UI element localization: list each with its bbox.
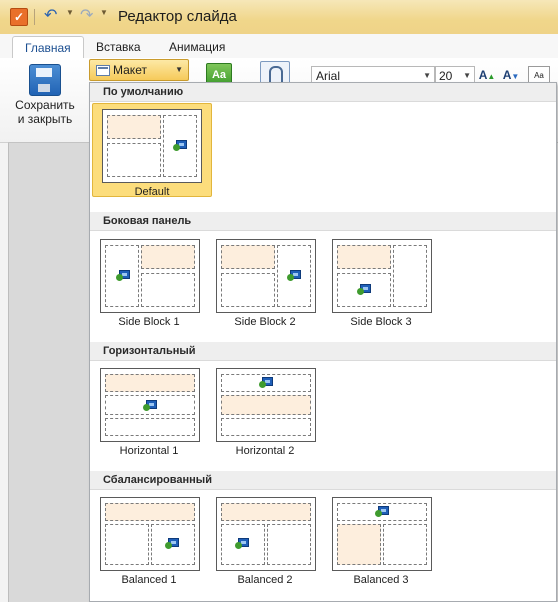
layout-balanced-2[interactable]: Balanced 2 xyxy=(206,491,324,586)
slide-editor-area xyxy=(8,143,91,602)
picture-placeholder-icon xyxy=(165,538,179,549)
layout-caption: Side Block 2 xyxy=(234,316,296,328)
layout-balanced-3[interactable]: Balanced 3 xyxy=(322,491,440,586)
layout-thumbnail xyxy=(216,368,316,442)
redo-icon[interactable]: ↷ xyxy=(80,6,93,26)
layout-button-label: Макет xyxy=(113,63,147,77)
app-logo-icon: ✓ xyxy=(10,8,28,26)
picture-placeholder-icon xyxy=(116,270,130,281)
layout-thumbnail xyxy=(332,239,432,313)
layout-caption: Default xyxy=(134,186,170,198)
layout-thumbnail xyxy=(100,239,200,313)
picture-placeholder-icon xyxy=(235,538,249,549)
layout-thumbnail xyxy=(332,497,432,571)
layout-side-block-3[interactable]: Side Block 3 xyxy=(322,233,440,328)
layout-thumbnail xyxy=(216,497,316,571)
customize-quick-access-icon[interactable]: ▼ xyxy=(100,8,108,17)
section-header-sidebar: Боковая панель xyxy=(90,212,556,231)
layout-gallery-dropdown: По умолчанию Default Боковая панель Side… xyxy=(89,82,557,602)
layout-horizontal-2[interactable]: Horizontal 2 xyxy=(206,362,324,457)
layout-icon xyxy=(96,65,110,76)
layout-side-block-2[interactable]: Side Block 2 xyxy=(206,233,324,328)
picture-placeholder-icon xyxy=(143,400,157,411)
layout-horizontal-1[interactable]: Horizontal 1 xyxy=(90,362,208,457)
layout-thumbnail xyxy=(102,109,202,183)
quick-access-separator xyxy=(34,9,35,25)
layout-thumbnail xyxy=(216,239,316,313)
title-bar: ✓ ↶ ▼ ↷ ▼ Редактор слайда xyxy=(0,0,558,35)
picture-placeholder-icon xyxy=(259,377,273,388)
layout-side-block-1[interactable]: Side Block 1 xyxy=(90,233,208,328)
chevron-down-icon: ▼ xyxy=(175,65,183,74)
layout-thumbnail xyxy=(100,368,200,442)
layout-caption: Balanced 3 xyxy=(353,574,409,586)
layout-caption: Horizontal 2 xyxy=(235,445,295,457)
section-header-horizontal: Горизонтальный xyxy=(90,342,556,361)
tab-home[interactable]: Главная xyxy=(12,36,84,60)
ribbon-tab-row: Главная Вставка Анимация xyxy=(0,34,558,60)
save-and-close-button[interactable]: Сохранить и закрыть xyxy=(10,62,80,140)
layout-dropdown-button[interactable]: Макет ▼ xyxy=(89,59,189,81)
picture-placeholder-icon xyxy=(287,270,301,281)
picture-placeholder-icon xyxy=(357,284,371,295)
undo-dropdown-icon[interactable]: ▼ xyxy=(66,8,74,17)
layout-default[interactable]: Default xyxy=(92,103,212,198)
window-title: Редактор слайда xyxy=(118,8,237,25)
layout-caption: Horizontal 1 xyxy=(119,445,179,457)
layout-caption: Side Block 3 xyxy=(350,316,412,328)
layout-thumbnail xyxy=(100,497,200,571)
picture-placeholder-icon xyxy=(173,140,187,151)
layout-caption: Balanced 2 xyxy=(237,574,293,586)
section-header-default: По умолчанию xyxy=(90,83,556,102)
tab-insert[interactable]: Вставка xyxy=(84,36,153,58)
tab-animation[interactable]: Анимация xyxy=(157,36,237,58)
layout-caption: Side Block 1 xyxy=(118,316,180,328)
save-label-line2: и закрыть xyxy=(17,112,73,126)
layout-caption: Balanced 1 xyxy=(121,574,177,586)
save-label-line1: Сохранить xyxy=(15,98,75,112)
picture-placeholder-icon xyxy=(375,506,389,517)
save-icon xyxy=(29,64,61,96)
undo-icon[interactable]: ↶ xyxy=(44,6,57,26)
layout-balanced-1[interactable]: Balanced 1 xyxy=(90,491,208,586)
section-header-balanced: Сбалансированный xyxy=(90,471,556,490)
